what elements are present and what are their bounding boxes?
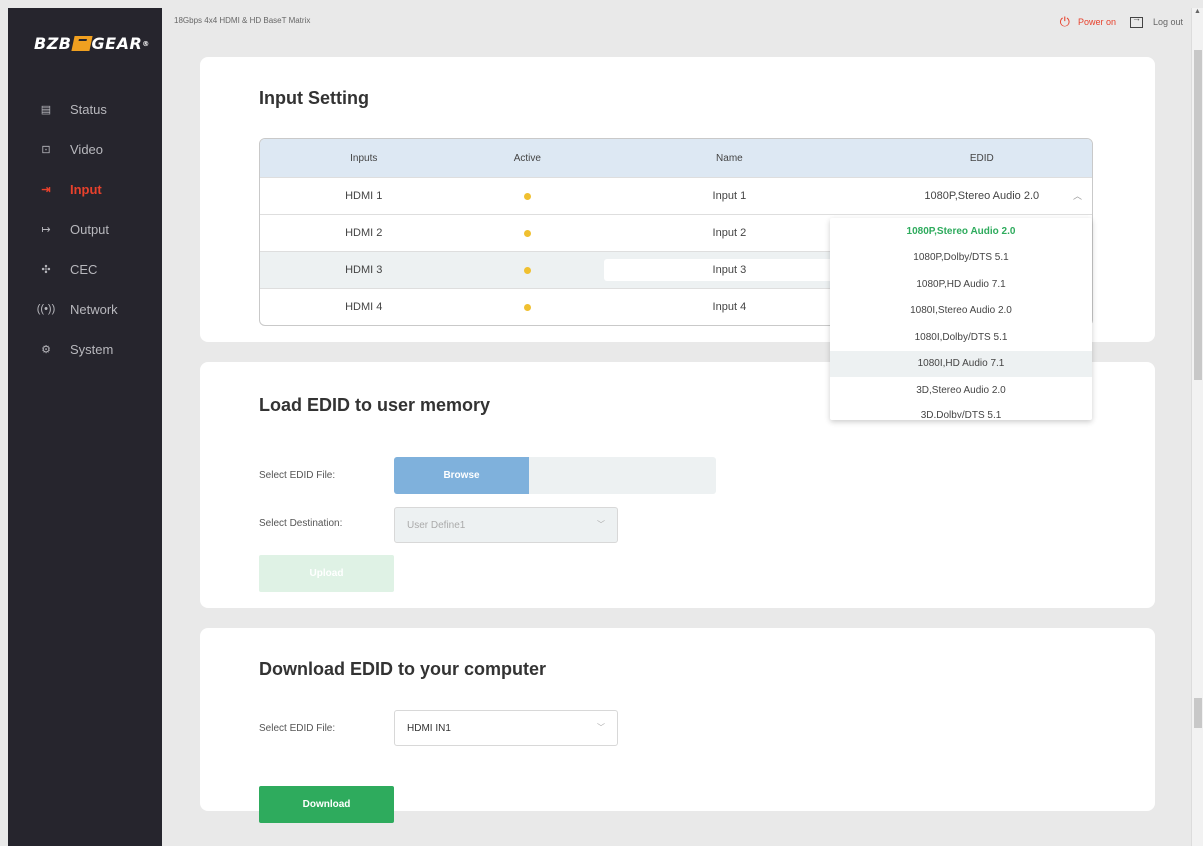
scrollbar-thumb-secondary[interactable]	[1194, 698, 1202, 728]
sidebar-item-cec[interactable]: ✣ CEC	[8, 249, 162, 289]
sidebar-item-label: Status	[70, 101, 107, 117]
sidebar: BZB GEAR ® ▤ Status ⊡ Video ⇥ Input ↦ Ou…	[8, 8, 162, 846]
chevron-up-icon: ︿	[1072, 191, 1082, 201]
name-cell: Input 2	[587, 222, 871, 244]
output-icon: ↦	[41, 223, 51, 236]
sidebar-item-output[interactable]: ↦ Output	[8, 209, 162, 249]
chevron-down-icon: ﹀	[597, 723, 605, 732]
column-header-active: Active	[513, 152, 541, 164]
select-edid-file-label: Select EDID File:	[259, 470, 336, 481]
edid-select[interactable]: 1080P,Stereo Audio 2.0 ︿	[872, 190, 1092, 202]
scrollbar-thumb[interactable]	[1194, 50, 1202, 380]
upload-button[interactable]: Upload	[259, 555, 394, 592]
page-scrollbar[interactable]: ▲	[1191, 8, 1203, 846]
table-row: HDMI 1 Input 1 1080P,Stereo Audio 2.0 ︿	[260, 177, 1092, 214]
edid-option[interactable]: 3D,Stereo Audio 2.0	[830, 377, 1092, 404]
download-select-edid-file-label: Select EDID File:	[259, 723, 336, 734]
input-cell: HDMI 2	[345, 227, 383, 239]
power-button[interactable]: ⏻ Power on	[1060, 14, 1116, 30]
cec-icon: ✣	[41, 263, 51, 276]
edid-option[interactable]: 3D,Dolby/DTS 5.1	[830, 404, 1092, 418]
device-title: 18Gbps 4x4 HDMI & HD BaseT Matrix	[174, 16, 311, 25]
active-cell	[468, 266, 588, 274]
input-setting-title: Input Setting	[259, 88, 369, 108]
status-icon: ▤	[40, 103, 52, 116]
name-input[interactable]: Input 4	[604, 296, 854, 318]
edid-select-value: 1080P,Stereo Audio 2.0	[924, 190, 1040, 202]
logout-button[interactable]: Log out	[1129, 13, 1183, 28]
sidebar-item-label: Network	[70, 301, 118, 317]
sidebar-item-label: Output	[70, 221, 110, 237]
sidebar-item-input[interactable]: ⇥ Input	[8, 169, 162, 209]
edid-option[interactable]: 1080P,HD Audio 7.1	[830, 271, 1092, 298]
edid-option[interactable]: 1080P,Stereo Audio 2.0	[830, 218, 1092, 245]
input-icon: ⇥	[41, 183, 51, 196]
header-actions: ⏻ Power on Log out	[1060, 13, 1183, 30]
active-dot-icon	[523, 266, 531, 274]
logo-trademark: ®	[142, 39, 150, 48]
sidebar-item-system[interactable]: ⚙ System	[8, 329, 162, 369]
active-cell	[468, 229, 588, 237]
edid-file-field[interactable]: Browse	[394, 457, 716, 494]
active-cell	[468, 303, 588, 311]
input-cell: HDMI 1	[345, 190, 383, 202]
scroll-up-icon[interactable]: ▲	[1194, 8, 1201, 15]
name-input[interactable]: Input 3	[604, 259, 855, 281]
download-edid-file-select[interactable]: HDMI IN1 ﹀	[394, 710, 618, 746]
table-header: Inputs Active Name EDID	[260, 139, 1092, 177]
sidebar-item-status[interactable]: ▤ Status	[8, 89, 162, 129]
edid-dropdown: 1080P,Stereo Audio 2.0 1080P,Dolby/DTS 5…	[830, 218, 1092, 420]
power-label: Power on	[1077, 17, 1116, 27]
active-cell	[468, 192, 588, 200]
edid-option[interactable]: 1080P,Dolby/DTS 5.1	[830, 245, 1092, 272]
edid-option[interactable]: 1080I,Stereo Audio 2.0	[830, 298, 1092, 325]
active-dot-icon	[523, 192, 531, 200]
download-edid-card: Download EDID to your computer Select ED…	[200, 628, 1155, 823]
name-input[interactable]: Input 2	[604, 222, 854, 244]
destination-select-value: User Define1	[407, 519, 466, 531]
network-icon: ((•))	[36, 303, 56, 315]
active-dot-icon	[523, 303, 531, 311]
video-icon: ⊡	[41, 143, 51, 156]
name-cell: Input 4	[587, 296, 871, 318]
browse-button[interactable]: Browse	[394, 457, 529, 494]
edid-option[interactable]: 1080I,HD Audio 7.1	[830, 350, 1092, 377]
logo-mark-icon	[70, 36, 93, 51]
sidebar-item-video[interactable]: ⊡ Video	[8, 129, 162, 169]
load-edid-title: Load EDID to user memory	[259, 395, 491, 415]
input-cell: HDMI 3	[345, 264, 383, 276]
logo-text-left: BZB	[34, 34, 72, 53]
system-icon: ⚙	[41, 343, 51, 356]
sidebar-nav: ▤ Status ⊡ Video ⇥ Input ↦ Output ✣ CEC …	[8, 89, 162, 369]
brand-logo[interactable]: BZB GEAR ®	[34, 34, 150, 53]
column-header-name: Name	[716, 152, 743, 164]
input-cell: HDMI 4	[345, 301, 383, 313]
sidebar-item-label: Input	[70, 181, 102, 197]
column-header-edid: EDID	[969, 152, 994, 164]
download-edid-title: Download EDID to your computer	[259, 659, 547, 679]
download-button[interactable]: Download	[259, 786, 394, 823]
column-header-inputs: Inputs	[350, 152, 378, 164]
logo-text-right: GEAR	[91, 34, 143, 53]
logout-label: Log out	[1152, 17, 1183, 27]
download-edid-file-value: HDMI IN1	[407, 722, 451, 734]
sidebar-item-label: CEC	[70, 261, 98, 277]
sidebar-item-label: System	[70, 341, 114, 357]
logout-icon	[1129, 13, 1143, 28]
name-input[interactable]: Input 1	[604, 185, 854, 207]
sidebar-item-network[interactable]: ((•)) Network	[8, 289, 162, 329]
destination-select[interactable]: User Define1 ﹀	[394, 507, 618, 543]
sidebar-item-label: Video	[70, 141, 104, 157]
active-dot-icon	[523, 229, 531, 237]
name-cell: Input 1	[587, 185, 871, 207]
power-icon: ⏻	[1059, 14, 1070, 29]
edid-option[interactable]: 1080I,Dolby/DTS 5.1	[830, 324, 1092, 351]
name-cell: Input 3	[587, 259, 871, 281]
chevron-down-icon: ﹀	[597, 520, 605, 529]
select-destination-label: Select Destination:	[259, 518, 343, 529]
